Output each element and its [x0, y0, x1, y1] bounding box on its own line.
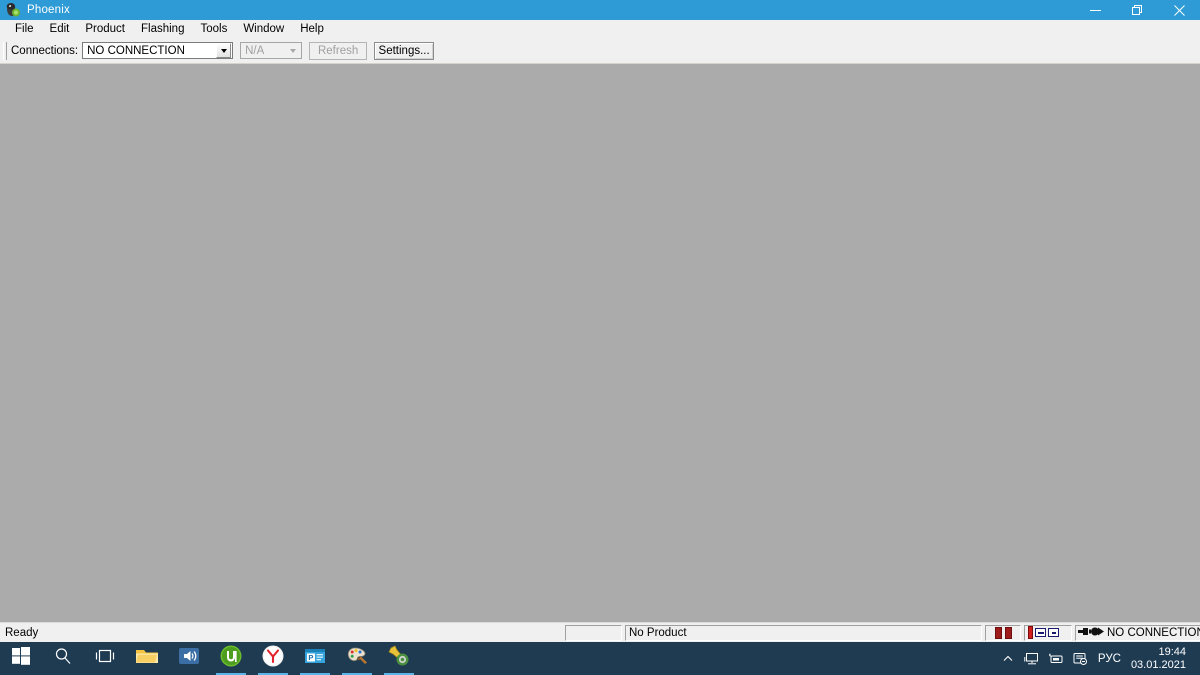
chevron-down-icon-secondary[interactable]: [285, 43, 301, 58]
activity-block-icon-1: [994, 626, 1002, 639]
close-button[interactable]: [1158, 0, 1200, 20]
secondary-select-value: N/A: [245, 44, 265, 57]
status-panel-transfer: [1024, 624, 1072, 641]
taskbar-items: P: [0, 642, 996, 675]
tools-app-button[interactable]: [378, 642, 420, 675]
task-view-button[interactable]: [84, 642, 126, 675]
windows-taskbar: P РУС 19:44 03.01.2021: [0, 642, 1200, 675]
menu-item-product[interactable]: Product: [77, 21, 133, 38]
chevron-up-icon[interactable]: [996, 642, 1020, 675]
restore-button[interactable]: [1116, 0, 1158, 20]
start-button[interactable]: [0, 642, 42, 675]
network-monitor-icon[interactable]: [1020, 642, 1044, 675]
yandex-browser-button[interactable]: [252, 642, 294, 675]
clock[interactable]: 19:44 03.01.2021: [1129, 646, 1196, 672]
window-title: Phoenix: [27, 4, 70, 16]
phoenix-application-window: Phoenix File Edit Product Flashing Tools…: [0, 0, 1200, 642]
status-panel-connection: NO CONNECTION: [1075, 624, 1200, 642]
system-tray: РУС 19:44 03.01.2021: [996, 642, 1200, 675]
toolbar-gripper[interactable]: [3, 41, 7, 60]
connections-toolbar: Connections: NO CONNECTION N/A Refresh S…: [0, 38, 1200, 64]
status-panel-activity: [985, 624, 1021, 641]
phoenix-app-icon: [5, 2, 21, 18]
task-view-icon: [95, 648, 115, 669]
utorrent-icon: [220, 645, 242, 672]
status-product-text: No Product: [629, 626, 687, 639]
speaker-icon: [178, 646, 200, 671]
mdi-client-area: [0, 65, 1200, 622]
minimize-button[interactable]: [1074, 0, 1116, 20]
windows-logo-icon: [12, 647, 30, 670]
menu-item-window[interactable]: Window: [235, 21, 292, 38]
wrench-gear-icon: [388, 645, 410, 672]
data-in-icon: [1035, 628, 1046, 637]
language-indicator[interactable]: РУС: [1092, 653, 1129, 665]
action-center-icon[interactable]: [1068, 642, 1092, 675]
status-panel-blank: [565, 624, 622, 641]
paint-palette-icon: [346, 645, 368, 672]
device-icon[interactable]: [1044, 642, 1068, 675]
connection-select[interactable]: NO CONNECTION: [82, 42, 234, 59]
status-panel-product: No Product: [625, 624, 982, 641]
menu-item-help[interactable]: Help: [292, 21, 332, 38]
status-message: Ready: [5, 626, 39, 639]
yandex-icon: [262, 645, 284, 672]
status-bar: Ready No Product NO CONNECTION: [0, 622, 1200, 642]
file-explorer-button[interactable]: [126, 642, 168, 675]
settings-button[interactable]: Settings...: [374, 41, 435, 60]
svg-text:P: P: [308, 653, 313, 662]
office-document-icon: P: [304, 646, 326, 671]
secondary-select[interactable]: N/A: [240, 42, 303, 59]
clock-date: 03.01.2021: [1130, 658, 1186, 671]
menu-item-file[interactable]: File: [7, 21, 42, 38]
menu-item-flashing[interactable]: Flashing: [133, 21, 192, 38]
transfer-bar-icon: [1028, 626, 1033, 639]
plug-connector-icon: [1078, 624, 1104, 642]
paint-button[interactable]: [336, 642, 378, 675]
status-connection-text: NO CONNECTION: [1107, 626, 1200, 639]
office-app-button[interactable]: P: [294, 642, 336, 675]
menu-bar: File Edit Product Flashing Tools Window …: [0, 20, 1200, 38]
folder-icon: [135, 646, 159, 671]
search-button[interactable]: [42, 642, 84, 675]
activity-block-icon-2: [1004, 626, 1012, 639]
data-out-icon: [1048, 628, 1059, 637]
title-bar: Phoenix: [0, 0, 1200, 20]
search-icon: [54, 647, 72, 670]
utorrent-button[interactable]: [210, 642, 252, 675]
menu-item-tools[interactable]: Tools: [192, 21, 235, 38]
connection-select-value: NO CONNECTION: [87, 44, 185, 57]
clock-time: 19:44: [1158, 645, 1186, 658]
chevron-down-icon[interactable]: [216, 43, 232, 58]
volume-app-button[interactable]: [168, 642, 210, 675]
menu-item-edit[interactable]: Edit: [42, 21, 78, 38]
connections-label: Connections:: [11, 44, 79, 57]
refresh-button[interactable]: Refresh: [309, 41, 368, 60]
